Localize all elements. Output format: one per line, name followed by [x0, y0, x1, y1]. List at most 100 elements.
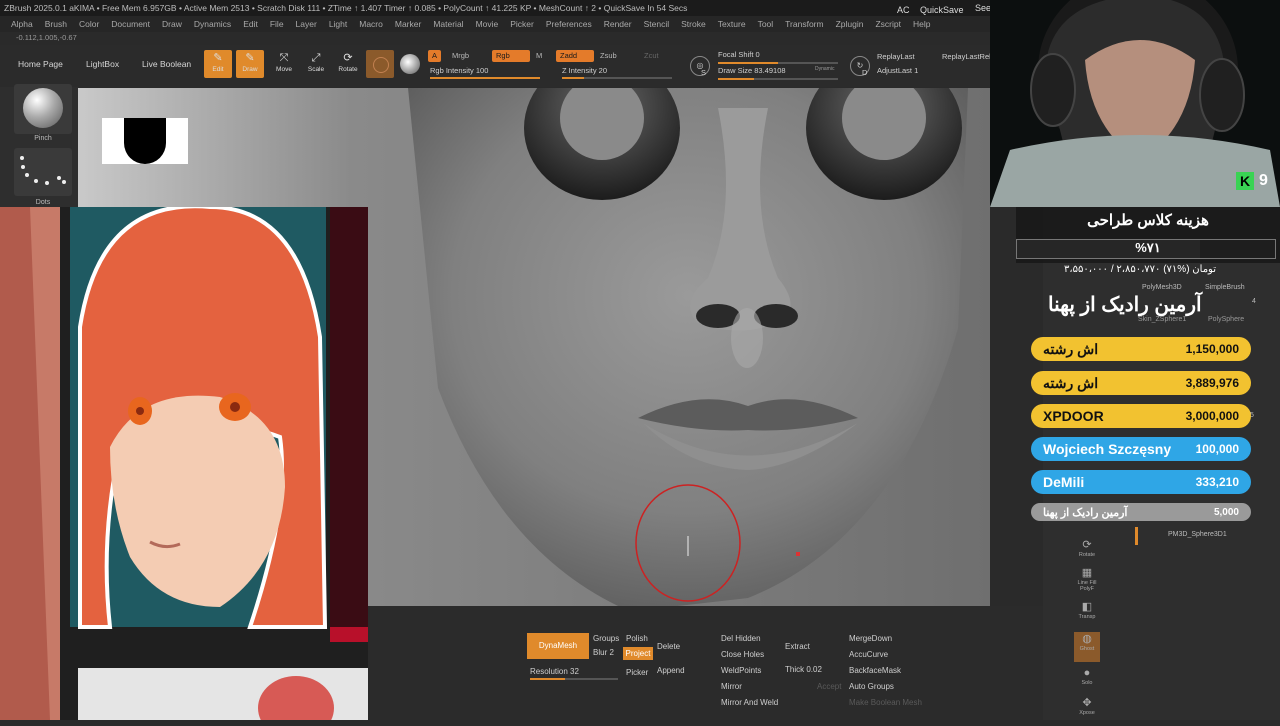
menu-macro[interactable]: Macro [359, 19, 383, 29]
weld-points-button[interactable]: WeldPoints [721, 666, 761, 675]
menu-zscript[interactable]: Zscript [875, 19, 901, 29]
live-boolean-button[interactable]: Live Boolean [142, 59, 191, 69]
rgb-button[interactable]: Rgb [492, 50, 530, 62]
zadd-button[interactable]: Zadd [556, 50, 594, 62]
transp-button[interactable]: ◧ Transp [1074, 600, 1100, 630]
lightbox-button[interactable]: LightBox [86, 59, 119, 69]
menu-edit[interactable]: Edit [243, 19, 258, 29]
menu-movie[interactable]: Movie [476, 19, 499, 29]
z-intensity-track[interactable] [562, 77, 672, 79]
menu-zplugin[interactable]: Zplugin [836, 19, 864, 29]
menu-preferences[interactable]: Preferences [546, 19, 592, 29]
append-button[interactable]: Append [657, 666, 685, 675]
menu-brush[interactable]: Brush [45, 19, 67, 29]
rgb-intensity-slider[interactable]: Rgb Intensity 100 [430, 66, 488, 75]
skin-zsphere-item[interactable]: Skin_ZSphere1 [1138, 316, 1186, 323]
focal-shift-slider[interactable]: Focal Shift 0 [718, 50, 760, 59]
rotate-button[interactable]: ⟳ Rotate [1074, 538, 1100, 568]
make-boolean-mesh-button[interactable]: Make Boolean Mesh [849, 698, 922, 707]
menu-transform[interactable]: Transform [785, 19, 823, 29]
edit-tool-button[interactable]: ✎ Edit [204, 50, 232, 78]
thick-slider[interactable]: Thick 0.02 [785, 665, 822, 674]
close-holes-button[interactable]: Close Holes [721, 650, 764, 659]
menu-picker[interactable]: Picker [510, 19, 534, 29]
extract-button[interactable]: Extract [785, 642, 810, 651]
menu-help[interactable]: Help [913, 19, 930, 29]
m-button[interactable]: M [532, 50, 546, 62]
menu-texture[interactable]: Texture [718, 19, 746, 29]
polysphere-item[interactable]: PolySphere [1208, 316, 1244, 323]
brush-selector[interactable] [14, 84, 72, 134]
coordinates-readout: -0.112,1.005,-0.67 [16, 33, 77, 42]
icon-label: Solo [1081, 680, 1093, 686]
groups-toggle[interactable]: Groups [593, 634, 619, 643]
move-tool-button[interactable]: ⤧ Move [270, 50, 298, 78]
menu-document[interactable]: Document [111, 19, 150, 29]
accucurve-toggle[interactable]: AccuCurve [849, 650, 888, 659]
menu-render[interactable]: Render [604, 19, 632, 29]
focal-icon[interactable]: ◎ [690, 56, 710, 76]
see-through-button[interactable]: See [975, 2, 991, 14]
menu-draw[interactable]: Draw [162, 19, 182, 29]
icon-label: Transp [1078, 614, 1096, 620]
mrgb-button[interactable]: Mrgb [448, 50, 473, 62]
menu-color[interactable]: Color [79, 19, 99, 29]
zsub-button[interactable]: Zsub [596, 50, 621, 62]
line-button[interactable]: ▦ Line Fill PolyF [1074, 566, 1100, 596]
menu-file[interactable]: File [270, 19, 284, 29]
zcut-button[interactable]: Zcut [640, 50, 663, 62]
donation-entry: اش رشته 1,150,000 [1031, 337, 1251, 361]
home-page-button[interactable]: Home Page [18, 59, 63, 69]
xpose-button[interactable]: ✥ Xpose [1074, 696, 1100, 726]
adjust-last-slider[interactable]: AdjustLast 1 [877, 66, 918, 75]
menu-light[interactable]: Light [329, 19, 347, 29]
picker-button[interactable]: Picker [626, 668, 648, 677]
menu-stroke[interactable]: Stroke [681, 19, 706, 29]
menu-dynamics[interactable]: Dynamics [194, 19, 231, 29]
alpha-preview[interactable] [102, 118, 188, 164]
auto-groups-button[interactable]: Auto Groups [849, 682, 894, 691]
pm3d-sphere-item[interactable]: PM3D_Sphere3D1 [1168, 531, 1227, 538]
dynamic-toggle[interactable]: Dynamic [815, 66, 834, 72]
replay-last-rel-button[interactable]: ReplayLastRel [942, 52, 991, 61]
resolution-track[interactable] [530, 678, 618, 680]
merge-down-button[interactable]: MergeDown [849, 634, 892, 643]
backface-mask-toggle[interactable]: BackfaceMask [849, 666, 901, 675]
stroke-selector[interactable] [14, 148, 72, 196]
a-button[interactable]: A [428, 50, 442, 62]
menu-tool[interactable]: Tool [758, 19, 774, 29]
solo-button[interactable]: ● Solo [1074, 666, 1100, 696]
del-hidden-button[interactable]: Del Hidden [721, 634, 761, 643]
simplebrush-item[interactable]: SimpleBrush [1205, 284, 1245, 291]
z-intensity-slider[interactable]: Z Intensity 20 [562, 66, 607, 75]
color-sphere-icon[interactable] [400, 54, 420, 74]
dynamesh-button[interactable]: DynaMesh [527, 633, 589, 659]
material-swatch[interactable] [366, 50, 394, 78]
donation-amount: 333,210 [1195, 475, 1239, 489]
rgb-intensity-track[interactable] [430, 77, 540, 79]
draw-size-track[interactable] [718, 78, 838, 80]
project-toggle[interactable]: Project [623, 647, 653, 660]
icon-label: Rotate [1078, 552, 1096, 558]
menu-stencil[interactable]: Stencil [644, 19, 670, 29]
accept-button[interactable]: Accept [817, 682, 841, 691]
blur-slider[interactable]: Blur 2 [593, 648, 614, 657]
polish-toggle[interactable]: Polish [626, 634, 648, 643]
focal-shift-track[interactable] [718, 62, 838, 64]
anime-reference-image [0, 207, 368, 720]
mirror-button[interactable]: Mirror [721, 682, 742, 691]
menu-marker[interactable]: Marker [395, 19, 421, 29]
scale-tool-button[interactable]: ⤢ Scale [302, 50, 330, 78]
ghost-button[interactable]: ◍ Ghost [1074, 632, 1100, 662]
polymesh3d-item[interactable]: PolyMesh3D [1142, 284, 1182, 291]
delete-button[interactable]: Delete [657, 642, 680, 651]
menu-layer[interactable]: Layer [296, 19, 317, 29]
mirror-and-weld-button[interactable]: Mirror And Weld [721, 698, 778, 707]
menu-material[interactable]: Material [433, 19, 463, 29]
rotate-tool-button[interactable]: ⟳ Rotate [334, 50, 362, 78]
resolution-slider[interactable]: Resolution 32 [530, 667, 579, 676]
replay-last-button[interactable]: ReplayLast [877, 52, 915, 61]
menu-alpha[interactable]: Alpha [11, 19, 33, 29]
draw-size-slider[interactable]: Draw Size 83.49108 [718, 66, 786, 75]
draw-tool-button[interactable]: ✎ Draw [236, 50, 264, 78]
